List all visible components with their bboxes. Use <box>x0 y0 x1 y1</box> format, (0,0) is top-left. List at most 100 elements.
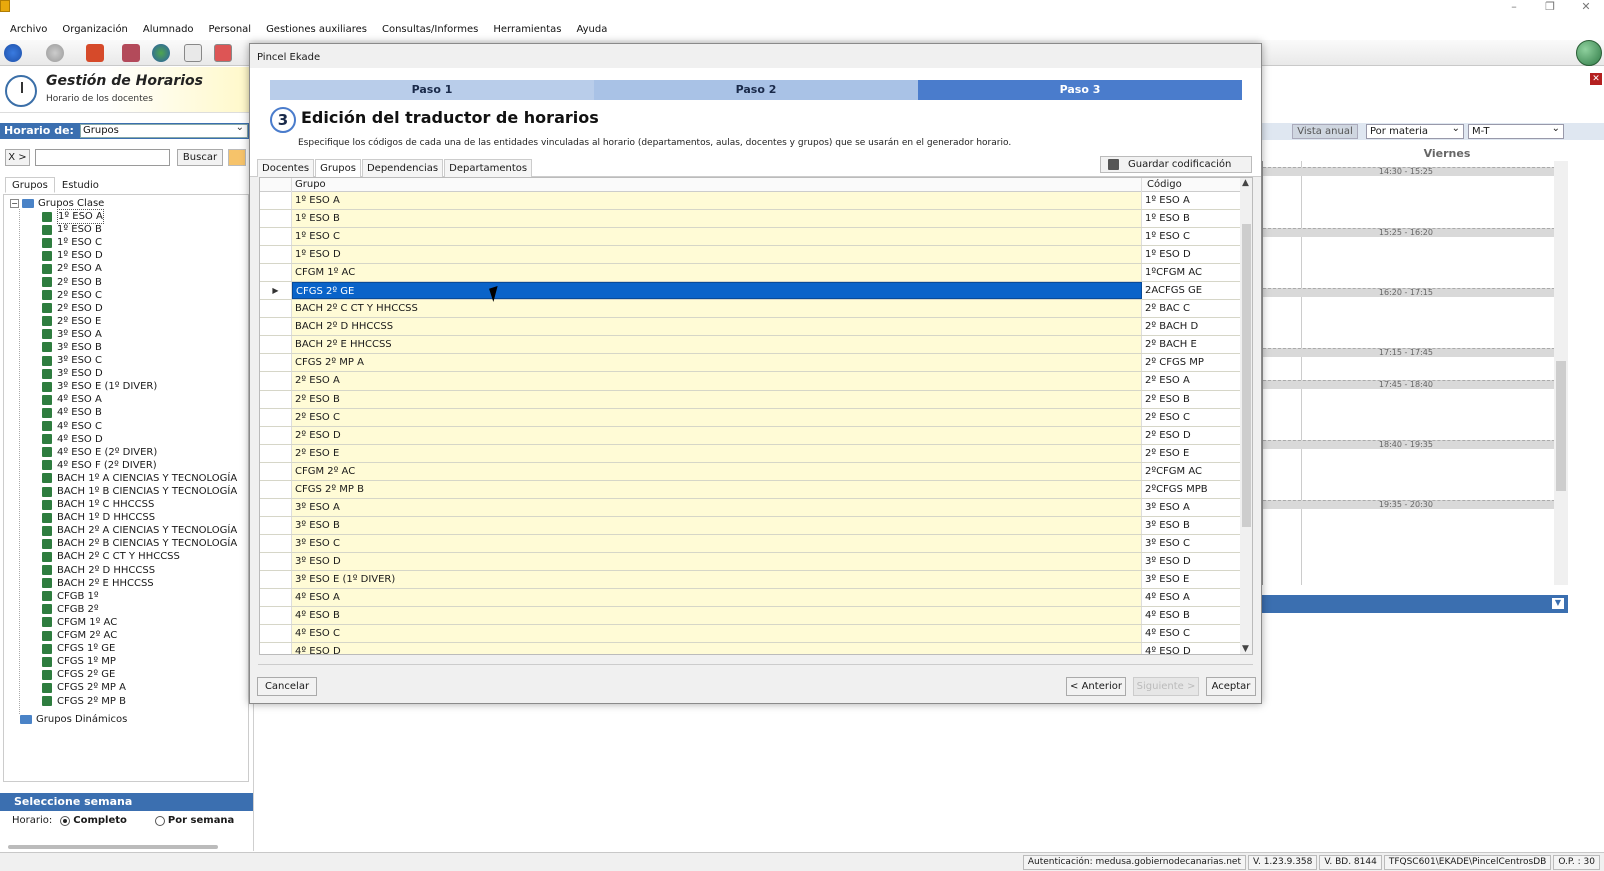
menu-item[interactable]: Ayuda <box>576 24 607 35</box>
tree-item[interactable]: BACH 1º D HHCCSS <box>42 511 237 524</box>
table-row[interactable]: 4º ESO C 4º ESO C <box>260 625 1240 644</box>
tree-item[interactable]: 2º ESO D <box>42 302 237 315</box>
cell-codigo[interactable]: 4º ESO B <box>1142 607 1240 625</box>
table-row[interactable]: 2º ESO E 2º ESO E <box>260 444 1240 463</box>
cell-codigo[interactable]: 1º ESO B <box>1142 210 1240 228</box>
cell-codigo[interactable]: 4º ESO A <box>1142 589 1240 607</box>
column-header-grupo[interactable]: Grupo <box>292 178 1142 192</box>
cell-codigo[interactable]: 2º ESO C <box>1142 408 1240 426</box>
globe-icon[interactable] <box>1576 40 1602 66</box>
tree-dynamic-groups[interactable]: Grupos Dinámicos <box>20 714 127 725</box>
grid-scrollbar[interactable]: ▲ ▼ <box>1240 178 1252 654</box>
cell-codigo[interactable]: 2º BACH E <box>1142 336 1240 354</box>
cell-grupo[interactable]: 1º ESO A <box>292 192 1142 210</box>
cell-codigo[interactable]: 1º ESO C <box>1142 228 1240 246</box>
cell-codigo[interactable]: 1ºCFGM AC <box>1142 264 1240 282</box>
cell-codigo[interactable]: 2ºCFGM AC <box>1142 462 1240 480</box>
cell-grupo[interactable]: 2º ESO D <box>292 426 1142 444</box>
tree-item[interactable]: CFGB 1º <box>42 590 237 603</box>
forward-icon[interactable] <box>46 44 64 62</box>
tab-estudio[interactable]: Estudio <box>55 177 106 193</box>
table-row[interactable]: 1º ESO A 1º ESO A <box>260 192 1240 211</box>
cell-grupo[interactable]: CFGM 2º AC <box>292 462 1142 480</box>
schedule-scrollbar[interactable] <box>1554 161 1568 585</box>
menu-item[interactable]: Consultas/Informes <box>382 24 478 35</box>
search-input[interactable] <box>35 149 170 166</box>
radio-por-semana[interactable] <box>154 815 165 826</box>
table-row[interactable]: 1º ESO B 1º ESO B <box>260 210 1240 229</box>
tree-item[interactable]: CFGM 2º AC <box>42 629 237 642</box>
table-row[interactable]: CFGS 2º MP B 2ºCFGS MPB <box>260 480 1240 499</box>
tree-item[interactable]: 1º ESO C <box>42 236 237 249</box>
table-row[interactable]: BACH 2º D HHCCSS 2º BACH D <box>260 318 1240 337</box>
sync-icon[interactable] <box>152 44 170 62</box>
cell-codigo[interactable]: 2º ESO D <box>1142 426 1240 444</box>
tree-item[interactable]: 3º ESO D <box>42 367 237 380</box>
calendar-icon[interactable] <box>214 44 232 62</box>
tree-item[interactable]: 1º ESO B <box>42 223 237 236</box>
tree-item[interactable]: 1º ESO D <box>42 249 237 262</box>
cell-grupo[interactable]: 4º ESO A <box>292 589 1142 607</box>
close-icon[interactable]: ✕ <box>1568 0 1604 16</box>
close-panel-icon[interactable]: ✕ <box>1590 73 1602 85</box>
tree-item[interactable]: 2º ESO B <box>42 275 237 288</box>
tab-grupos[interactable]: Grupos <box>5 177 55 193</box>
tree-item[interactable]: 4º ESO E (2º DIVER) <box>42 446 237 459</box>
cell-grupo[interactable]: BACH 2º E HHCCSS <box>292 336 1142 354</box>
por-materia-select[interactable]: Por materia <box>1366 122 1464 139</box>
document-icon[interactable] <box>184 44 202 62</box>
cell-codigo[interactable]: 2ºCFGS MPB <box>1142 480 1240 498</box>
tree-item[interactable]: 4º ESO D <box>42 433 237 446</box>
tab-dependencias[interactable]: Dependencias <box>361 159 444 177</box>
menu-item[interactable]: Alumnado <box>143 24 194 35</box>
table-row[interactable]: 3º ESO D 3º ESO D <box>260 552 1240 571</box>
vista-anual-button[interactable]: Vista anual <box>1292 124 1358 139</box>
book-icon[interactable] <box>122 44 140 62</box>
cell-codigo[interactable]: 4º ESO C <box>1142 625 1240 643</box>
cell-codigo[interactable]: 1º ESO D <box>1142 246 1240 264</box>
cell-grupo[interactable]: 1º ESO D <box>292 246 1142 264</box>
tree-item[interactable]: BACH 2º D HHCCSS <box>42 564 237 577</box>
tree-item[interactable]: CFGS 2º GE <box>42 668 237 681</box>
cell-codigo[interactable]: 2º BACH D <box>1142 318 1240 336</box>
tree-item[interactable]: 2º ESO C <box>42 289 237 302</box>
search-button[interactable]: Buscar <box>177 149 223 166</box>
table-row[interactable]: 2º ESO C 2º ESO C <box>260 408 1240 427</box>
table-row[interactable]: 2º ESO A 2º ESO A <box>260 372 1240 391</box>
accept-button[interactable]: Aceptar <box>1206 677 1256 696</box>
cell-codigo[interactable]: 2º ESO B <box>1142 390 1240 408</box>
cell-grupo[interactable]: CFGS 2º MP A <box>292 354 1142 372</box>
cell-grupo[interactable]: 3º ESO B <box>292 516 1142 534</box>
cell-grupo[interactable]: 1º ESO B <box>292 210 1142 228</box>
menu-item[interactable]: Gestiones auxiliares <box>266 24 367 35</box>
column-header-codigo[interactable]: Código <box>1142 178 1240 192</box>
table-row[interactable]: 1º ESO D 1º ESO D <box>260 246 1240 265</box>
cell-codigo[interactable]: 3º ESO E <box>1142 570 1240 589</box>
collapse-icon[interactable]: − <box>10 198 19 208</box>
tree-item[interactable]: BACH 1º C HHCCSS <box>42 498 237 511</box>
refresh-icon[interactable] <box>228 149 246 166</box>
cell-grupo[interactable]: BACH 2º D HHCCSS <box>292 318 1142 336</box>
horario-de-select[interactable]: Grupos <box>80 122 248 138</box>
tab-grupos[interactable]: Grupos <box>315 159 361 177</box>
cell-grupo[interactable]: 4º ESO D <box>292 643 1142 654</box>
cell-codigo[interactable]: 1º ESO A <box>1142 192 1240 210</box>
tree-item[interactable]: 2º ESO A <box>42 262 237 275</box>
cell-codigo[interactable]: 2º CFGS MP <box>1142 354 1240 372</box>
expand-icon[interactable]: ▼ <box>1552 598 1564 609</box>
table-row[interactable]: BACH 2º E HHCCSS 2º BACH E <box>260 336 1240 355</box>
table-row[interactable]: 2º ESO D 2º ESO D <box>260 426 1240 445</box>
table-row[interactable]: 3º ESO A 3º ESO A <box>260 498 1240 517</box>
table-row[interactable]: 4º ESO B 4º ESO B <box>260 607 1240 626</box>
radio-completo[interactable] <box>60 815 71 826</box>
cell-grupo[interactable]: 3º ESO A <box>292 498 1142 516</box>
table-row[interactable]: 3º ESO E (1º DIVER) 3º ESO E <box>260 570 1240 590</box>
cell-codigo[interactable]: 2º ESO A <box>1142 372 1240 390</box>
tree-item[interactable]: 4º ESO A <box>42 393 237 406</box>
cell-grupo[interactable]: 2º ESO A <box>292 372 1142 390</box>
tree-item[interactable]: CFGS 2º MP A <box>42 681 237 694</box>
table-row[interactable]: 3º ESO B 3º ESO B <box>260 516 1240 535</box>
cell-codigo[interactable]: 3º ESO C <box>1142 534 1240 552</box>
cell-grupo[interactable]: BACH 2º C CT Y HHCCSS <box>292 300 1142 318</box>
table-row[interactable]: BACH 2º C CT Y HHCCSS 2º BAC C <box>260 300 1240 319</box>
